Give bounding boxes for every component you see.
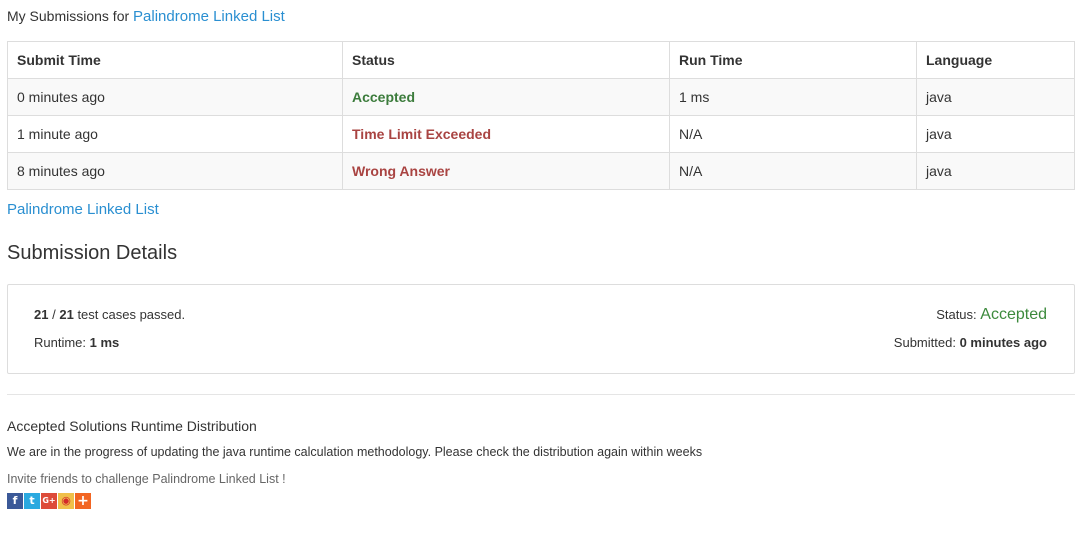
problem-title-link[interactable]: Palindrome Linked List <box>133 8 285 25</box>
status-line: Status: Accepted <box>894 305 1047 325</box>
column-header-language[interactable]: Language <box>916 41 1075 79</box>
total-count: 21 <box>59 307 74 322</box>
submitted-value: 0 minutes ago <box>959 335 1047 350</box>
status-link[interactable]: Wrong Answer <box>352 163 450 179</box>
submission-details-title: Submission Details <box>7 242 178 264</box>
submissions-table: Submit Time Status Run Time Language 0 m… <box>7 41 1075 190</box>
invite-text: Invite friends to challenge Palindrome L… <box>7 472 286 486</box>
table-row: 0 minutes ago Accepted 1 ms java <box>7 78 1075 116</box>
status-label: Status: <box>936 307 977 322</box>
runtime-value: 1 ms <box>89 335 120 350</box>
google-plus-icon[interactable]: G+ <box>41 493 57 509</box>
distribution-title: Accepted Solutions Runtime Distribution <box>7 418 257 434</box>
runtime-line: Runtime: 1 ms <box>34 334 185 352</box>
column-header-submit-time[interactable]: Submit Time <box>7 41 343 79</box>
share-icons: f t G+ ◉ + <box>7 493 1076 509</box>
distribution-note: We are in the progress of updating the j… <box>7 445 703 459</box>
problem-link-row: Palindrome Linked List <box>7 200 1076 220</box>
submissions-page: My Submissions for Palindrome Linked Lis… <box>7 0 1076 509</box>
status-cell: Accepted <box>342 78 670 116</box>
test-cases-result: 21 / 21 test cases passed. <box>34 305 185 325</box>
table-row: 1 minute ago Time Limit Exceeded N/A jav… <box>7 115 1075 153</box>
facebook-icon[interactable]: f <box>7 493 23 509</box>
runtime-label: Runtime: <box>34 335 87 350</box>
page-heading: My Submissions for Palindrome Linked Lis… <box>7 6 1076 26</box>
add-share-icon[interactable]: + <box>75 493 91 509</box>
submitted-label: Submitted: <box>893 335 956 350</box>
submit-time-cell: 8 minutes ago <box>7 152 343 190</box>
status-link[interactable]: Accepted <box>352 89 415 105</box>
table-header-row: Submit Time Status Run Time Language <box>7 41 1075 79</box>
heading-prefix: My Submissions for <box>7 8 130 24</box>
language-cell: java <box>916 152 1075 190</box>
section-divider <box>7 394 1075 395</box>
twitter-icon[interactable]: t <box>24 493 40 509</box>
problem-link-bottom[interactable]: Palindrome Linked List <box>7 201 159 218</box>
status-cell: Wrong Answer <box>342 152 670 190</box>
submit-time-cell: 0 minutes ago <box>7 78 343 116</box>
language-cell: java <box>916 115 1075 153</box>
column-header-run-time[interactable]: Run Time <box>669 41 917 79</box>
run-time-cell: 1 ms <box>669 78 917 116</box>
weibo-icon[interactable]: ◉ <box>58 493 74 509</box>
language-cell: java <box>916 78 1075 116</box>
submitted-line: Submitted: 0 minutes ago <box>894 334 1047 352</box>
table-row: 8 minutes ago Wrong Answer N/A java <box>7 152 1075 190</box>
passed-count: 21 <box>34 307 49 322</box>
run-time-cell: N/A <box>669 152 917 190</box>
details-right: Status: Accepted Submitted: 0 minutes ag… <box>894 305 1047 352</box>
details-left: 21 / 21 test cases passed. Runtime: 1 ms <box>34 305 185 352</box>
status-link[interactable]: Time Limit Exceeded <box>352 126 491 142</box>
status-value: Accepted <box>980 306 1047 323</box>
submission-details-panel: 21 / 21 test cases passed. Runtime: 1 ms… <box>7 284 1075 374</box>
column-header-status[interactable]: Status <box>342 41 670 79</box>
submit-time-cell: 1 minute ago <box>7 115 343 153</box>
run-time-cell: N/A <box>669 115 917 153</box>
count-separator: / <box>52 307 56 322</box>
status-cell: Time Limit Exceeded <box>342 115 670 153</box>
passed-suffix: test cases passed. <box>77 307 186 322</box>
